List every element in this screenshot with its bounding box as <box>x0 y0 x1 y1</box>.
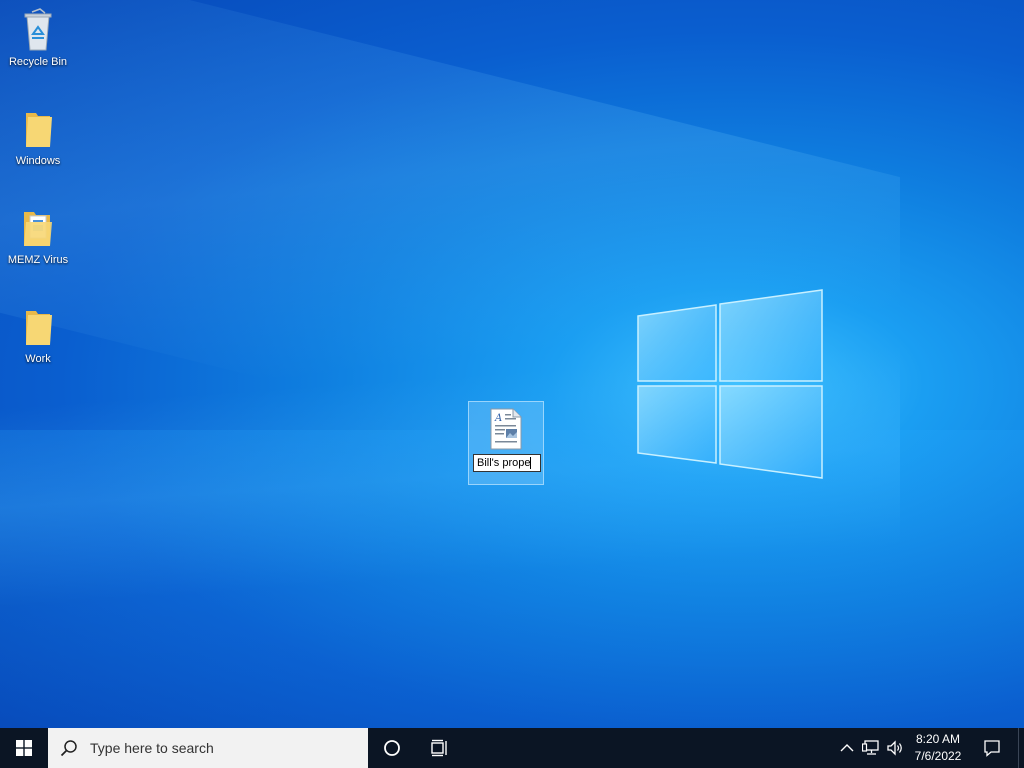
recycle-bin-icon <box>24 8 52 51</box>
svg-text:A: A <box>494 413 502 424</box>
cortana-circle-icon <box>384 740 400 756</box>
clock-time: 8:20 AM <box>915 732 961 746</box>
notification-speech-bubble-icon <box>984 740 1000 757</box>
task-view-button[interactable] <box>416 728 464 768</box>
task-view-icon <box>431 739 447 757</box>
chevron-up-icon <box>840 744 854 752</box>
volume-tray-button[interactable] <box>884 728 906 768</box>
folder-icon <box>26 311 52 345</box>
taskbar: 8:20 AM 7/6/2022 <box>0 728 1024 768</box>
rename-input[interactable]: Bill's prope <box>473 454 541 472</box>
clock-date: 7/6/2022 <box>914 749 962 763</box>
search-icon <box>60 740 77 757</box>
desktop-icon-memz-virus[interactable]: MEMZ Virus <box>0 206 76 266</box>
network-ethernet-icon <box>862 740 879 755</box>
rich-text-document-icon: A <box>490 408 522 450</box>
desktop-icon-recycle-bin[interactable]: Recycle Bin <box>0 8 76 68</box>
windows-logo-wallpaper <box>637 289 823 479</box>
windows-start-icon <box>16 740 32 756</box>
desktop-icon-new-file-selected[interactable]: A Bill's prope <box>468 401 544 485</box>
desktop-icon-work[interactable]: Work <box>0 305 76 365</box>
desktop-icon-label: Work <box>25 353 51 365</box>
folder-icon <box>26 113 52 147</box>
desktop-icon-label: MEMZ Virus <box>7 254 69 266</box>
action-center-button[interactable] <box>976 728 1008 768</box>
desktop-icon-label: Windows <box>15 155 61 167</box>
desktop-icon-windows[interactable]: Windows <box>0 107 76 167</box>
network-tray-button[interactable] <box>860 728 882 768</box>
speaker-volume-icon <box>887 740 902 756</box>
folder-with-documents-icon <box>24 212 52 246</box>
desktop-icon-label: Recycle Bin <box>8 56 68 68</box>
taskbar-clock[interactable]: 8:20 AM 7/6/2022 <box>906 731 970 765</box>
search-input[interactable] <box>88 739 352 757</box>
start-button[interactable] <box>0 728 48 768</box>
rename-input-value: Bill's prope <box>477 457 531 469</box>
cortana-button[interactable] <box>368 728 416 768</box>
show-desktop-button[interactable] <box>1018 728 1024 768</box>
show-hidden-icons-button[interactable] <box>836 728 858 768</box>
text-caret <box>530 457 532 470</box>
taskbar-search-box[interactable] <box>48 728 368 768</box>
